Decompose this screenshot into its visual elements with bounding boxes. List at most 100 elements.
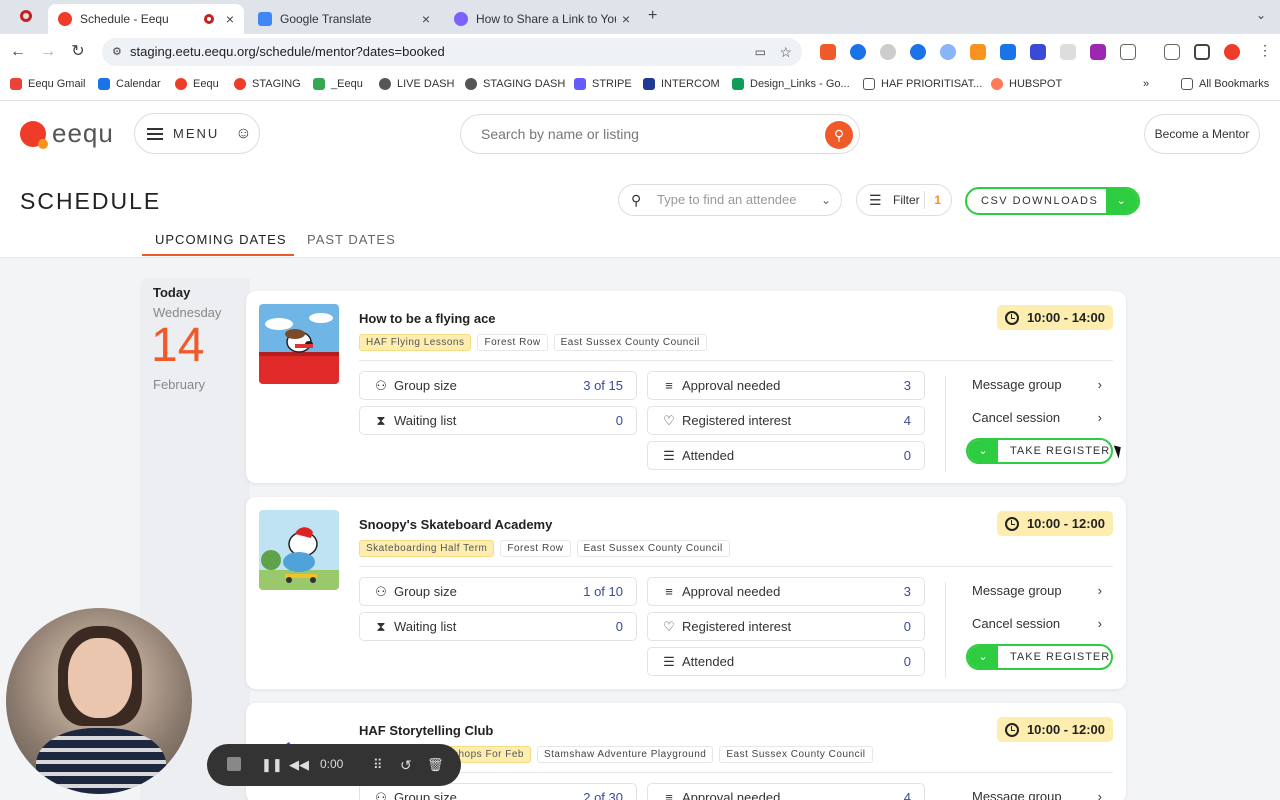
extension-icon[interactable] — [1000, 44, 1016, 60]
chevron-down-icon[interactable]: ⌄ — [1106, 189, 1138, 213]
eequ-icon — [175, 78, 187, 90]
extension-icon[interactable] — [820, 44, 836, 60]
extension-icon[interactable] — [940, 44, 956, 60]
chevron-down-icon[interactable]: ⌄ — [821, 185, 831, 215]
bookmark-stripe[interactable]: STRIPE — [574, 78, 632, 90]
bookmark-hubspot[interactable]: HUBSPOT — [991, 78, 1062, 90]
bookmark-intercom[interactable]: INTERCOM — [643, 78, 720, 90]
group-size-stat[interactable]: ⚇ Group size 3 of 15 — [359, 371, 637, 400]
waiting-list-stat[interactable]: ⧗ Waiting list 0 — [359, 406, 637, 435]
take-register-button[interactable]: ⌄ TAKE REGISTER — [966, 644, 1113, 670]
side-panel-icon[interactable] — [1194, 44, 1210, 60]
globe-icon — [379, 78, 391, 90]
bookmark-staging[interactable]: STAGING — [234, 78, 301, 90]
eequ-logo[interactable]: eequ — [20, 118, 114, 149]
attended-stat[interactable]: ☰ Attended 0 — [647, 647, 925, 676]
forward-icon[interactable]: → — [38, 42, 58, 62]
bookmark-eequ[interactable]: Eequ — [175, 78, 219, 90]
session-title[interactable]: How to be a flying ace — [359, 311, 496, 326]
back-icon[interactable]: ← — [8, 42, 28, 62]
site-search-input[interactable]: Search by name or listing ⚲ — [460, 114, 860, 154]
extension-icon[interactable] — [880, 44, 896, 60]
registered-interest-stat[interactable]: ♡ Registered interest 0 — [647, 612, 925, 641]
extension-icon[interactable] — [970, 44, 986, 60]
bookmark-star-icon[interactable]: ☆ — [779, 38, 792, 66]
reading-list-icon[interactable] — [1164, 44, 1180, 60]
chevron-right-icon: › — [1097, 410, 1102, 425]
message-group-link[interactable]: Message group › — [972, 789, 1102, 800]
url-bar[interactable]: ⚙ staging.eetu.eequ.org/schedule/mentor?… — [102, 38, 802, 66]
tab-schedule[interactable]: Schedule - Eequ × — [48, 4, 244, 34]
search-icon[interactable]: ⚲ — [825, 121, 853, 149]
approval-needed-stat[interactable]: ≡ Approval needed 3 — [647, 577, 925, 606]
tab-share-link[interactable]: How to Share a Link to Your E × — [444, 4, 640, 34]
bookmarks-overflow-icon[interactable]: » — [1143, 78, 1149, 90]
record-icon[interactable] — [20, 10, 32, 22]
csv-downloads-button[interactable]: CSV DOWNLOADS ⌄ — [965, 187, 1140, 215]
attendee-search-input[interactable]: ⚲ Type to find an attendee ⌄ — [618, 184, 842, 216]
filter-button[interactable]: ☰ Filter 1 — [856, 184, 952, 216]
globe-icon — [465, 78, 477, 90]
extension-icon[interactable] — [1030, 44, 1046, 60]
tab-upcoming-dates[interactable]: UPCOMING DATES — [155, 232, 287, 247]
kebab-menu-icon[interactable]: ⋮ — [1258, 42, 1272, 59]
new-tab-button[interactable]: + — [648, 7, 657, 25]
user-avatar-icon: ☺ — [235, 124, 254, 142]
grip-icon[interactable]: ⠿ — [373, 757, 383, 773]
trash-icon[interactable]: 🗑 — [427, 757, 444, 773]
chevron-down-icon[interactable]: ⌄ — [968, 440, 998, 462]
approval-needed-stat[interactable]: ≡ Approval needed 4 — [647, 783, 925, 800]
stop-icon[interactable] — [227, 757, 241, 771]
council-tag: East Sussex County Council — [553, 334, 707, 351]
menu-button[interactable]: MENU ☺ — [134, 113, 260, 154]
message-group-link[interactable]: Message group › — [972, 377, 1102, 392]
camera-icon[interactable]: ▭ — [755, 38, 766, 66]
people-icon: ⚇ — [375, 378, 387, 393]
session-thumbnail[interactable] — [259, 304, 339, 384]
pause-icon[interactable]: ❚❚ — [261, 757, 283, 773]
bookmark-eequ-gmail[interactable]: Eequ Gmail — [10, 78, 85, 90]
session-title[interactable]: HAF Storytelling Club — [359, 723, 493, 738]
cancel-session-link[interactable]: Cancel session › — [972, 410, 1102, 425]
bookmark-staging-dash[interactable]: STAGING DASH — [465, 78, 565, 90]
all-bookmarks[interactable]: All Bookmarks — [1181, 78, 1269, 90]
take-register-button[interactable]: ⌄ TAKE REGISTER — [966, 438, 1113, 464]
tab-search-icon[interactable]: ⌄ — [1256, 8, 1266, 22]
close-tab-icon[interactable]: × — [622, 11, 630, 27]
cancel-session-link[interactable]: Cancel session › — [972, 616, 1102, 631]
close-tab-icon[interactable]: × — [422, 11, 430, 27]
reload-icon[interactable]: ↻ — [68, 42, 88, 62]
waiting-list-stat[interactable]: ⧗ Waiting list 0 — [359, 612, 637, 641]
attended-stat[interactable]: ☰ Attended 0 — [647, 441, 925, 470]
extension-icon[interactable] — [1090, 44, 1106, 60]
become-mentor-button[interactable]: Become a Mentor — [1144, 114, 1260, 154]
message-group-link[interactable]: Message group › — [972, 583, 1102, 598]
bookmark-live-dash[interactable]: LIVE DASH — [379, 78, 454, 90]
extension-icon[interactable] — [1060, 44, 1076, 60]
bookmark-calendar[interactable]: Calendar — [98, 78, 161, 90]
extension-icon[interactable] — [910, 44, 926, 60]
restart-icon[interactable]: ↺ — [400, 757, 412, 774]
session-thumbnail[interactable] — [259, 510, 339, 590]
bookmark-design-links[interactable]: Design_Links - Go... — [732, 78, 850, 90]
session-title[interactable]: Snoopy's Skateboard Academy — [359, 517, 552, 532]
group-size-stat[interactable]: ⚇ Group size 1 of 10 — [359, 577, 637, 606]
bookmark-haf-prioritisation[interactable]: HAF PRIORITISAT... — [863, 78, 982, 90]
profile-avatar-icon[interactable] — [1224, 44, 1240, 60]
checklist-icon: ≡ — [665, 790, 673, 800]
rewind-icon[interactable]: ◀◀ — [289, 757, 309, 773]
chevron-down-icon[interactable]: ⌄ — [968, 646, 998, 668]
checklist-icon: ≡ — [665, 584, 673, 599]
extension-icon[interactable] — [850, 44, 866, 60]
heart-icon: ♡ — [663, 413, 675, 428]
close-tab-icon[interactable]: × — [226, 11, 234, 27]
registered-interest-stat[interactable]: ♡ Registered interest 4 — [647, 406, 925, 435]
puzzle-icon[interactable] — [1120, 44, 1136, 60]
bookmark-eequ-drive[interactable]: _Eequ — [313, 78, 363, 90]
approval-needed-stat[interactable]: ≡ Approval needed 3 — [647, 371, 925, 400]
heart-icon: ♡ — [663, 619, 675, 634]
drive-icon — [313, 78, 325, 90]
tab-past-dates[interactable]: PAST DATES — [307, 232, 396, 247]
site-info-icon[interactable]: ⚙ — [112, 38, 122, 66]
tab-google-translate[interactable]: Google Translate × — [248, 4, 440, 34]
